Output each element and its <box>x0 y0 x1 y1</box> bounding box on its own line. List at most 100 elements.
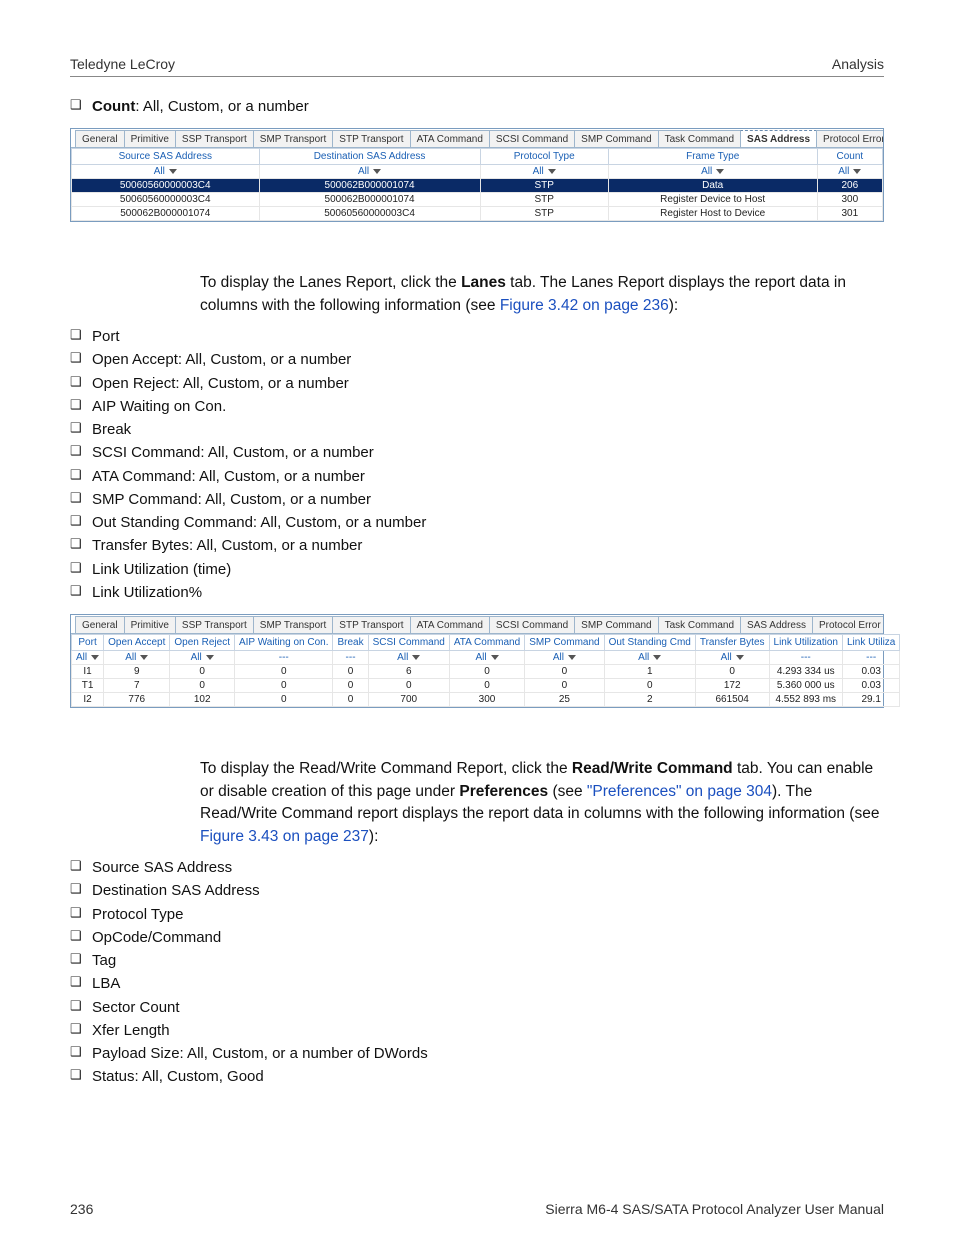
col-source-sas-address[interactable]: Source SAS Address <box>72 149 260 165</box>
filter-cell[interactable]: All <box>72 651 104 665</box>
dropdown-icon[interactable]: All <box>125 652 148 663</box>
col-out-standing-cmd[interactable]: Out Standing Cmd <box>604 635 695 651</box>
cell: STP <box>480 207 608 221</box>
tab-primitive[interactable]: Primitive <box>124 130 176 148</box>
cell: 500062B000001074 <box>72 207 260 221</box>
tab-smp-transport[interactable]: SMP Transport <box>253 130 334 148</box>
col-count[interactable]: Count <box>817 149 882 165</box>
cell: 0 <box>234 665 333 679</box>
cell: 0 <box>604 679 695 693</box>
cell: 0 <box>333 679 368 693</box>
tab-ssp-transport[interactable]: SSP Transport <box>175 616 254 634</box>
dropdown-icon[interactable]: All <box>838 166 861 177</box>
dropdown-icon[interactable]: All <box>76 652 99 663</box>
dropdown-icon[interactable]: All <box>475 652 498 663</box>
list-item: Payload Size: All, Custom, or a number o… <box>70 1042 884 1065</box>
dropdown-icon[interactable]: All <box>721 652 744 663</box>
table-header: PortOpen AcceptOpen RejectAIP Waiting on… <box>72 635 900 651</box>
tab-ssp-transport[interactable]: SSP Transport <box>175 130 254 148</box>
tab-scsi-command[interactable]: SCSI Command <box>489 616 575 634</box>
table-row[interactable]: 50060560000003C4500062B000001074STPRegis… <box>72 193 883 207</box>
col-port[interactable]: Port <box>72 635 104 651</box>
col-open-reject[interactable]: Open Reject <box>170 635 235 651</box>
dropdown-icon[interactable]: All <box>358 166 381 177</box>
tab-protocol-error[interactable]: Protocol Error <box>812 616 883 634</box>
dropdown-icon[interactable]: All <box>154 166 177 177</box>
list-item: Status: All, Custom, Good <box>70 1065 884 1088</box>
filter-cell[interactable]: --- <box>333 651 368 665</box>
filter-cell[interactable]: All <box>368 651 449 665</box>
tab-smp-command[interactable]: SMP Command <box>574 130 658 148</box>
col-destination-sas-address[interactable]: Destination SAS Address <box>259 149 480 165</box>
filter-cell[interactable]: --- <box>843 651 900 665</box>
filter-cell[interactable]: All <box>170 651 235 665</box>
tab-sas-address[interactable]: SAS Address <box>740 616 813 634</box>
filter-cell[interactable]: All <box>449 651 524 665</box>
cell: Register Host to Device <box>608 207 817 221</box>
link-pref-304[interactable]: "Preferences" on page 304 <box>587 783 772 800</box>
link-fig-342[interactable]: Figure 3.42 on page 236 <box>500 297 669 314</box>
filter-cell[interactable]: All <box>608 165 817 179</box>
col-open-accept[interactable]: Open Accept <box>104 635 170 651</box>
tabs: GeneralPrimitiveSSP TransportSMP Transpo… <box>71 129 883 148</box>
tab-stp-transport[interactable]: STP Transport <box>332 130 410 148</box>
list-item: OpCode/Command <box>70 926 884 949</box>
filter-cell[interactable]: All <box>480 165 608 179</box>
cell: Data <box>608 179 817 193</box>
tab-sas-address[interactable]: SAS Address <box>740 130 817 148</box>
filter-cell[interactable]: All <box>259 165 480 179</box>
col-scsi-command[interactable]: SCSI Command <box>368 635 449 651</box>
lanes-bold: Lanes <box>461 274 506 291</box>
dropdown-icon[interactable]: All <box>638 652 661 663</box>
col-smp-command[interactable]: SMP Command <box>525 635 604 651</box>
table-row[interactable]: 50060560000003C4500062B000001074STPData2… <box>72 179 883 193</box>
filter-cell[interactable]: --- <box>234 651 333 665</box>
dropdown-icon[interactable]: All <box>533 166 556 177</box>
cell: 0 <box>234 679 333 693</box>
tab-ata-command[interactable]: ATA Command <box>410 130 490 148</box>
dropdown-icon[interactable]: All <box>397 652 420 663</box>
dropdown-icon[interactable]: All <box>701 166 724 177</box>
table-row[interactable]: 500062B00000107450060560000003C4STPRegis… <box>72 207 883 221</box>
cell: 9 <box>104 665 170 679</box>
tab-scsi-command[interactable]: SCSI Command <box>489 130 575 148</box>
col-transfer-bytes[interactable]: Transfer Bytes <box>695 635 769 651</box>
tab-ata-command[interactable]: ATA Command <box>410 616 490 634</box>
col-protocol-type[interactable]: Protocol Type <box>480 149 608 165</box>
col-link-utiliza[interactable]: Link Utiliza <box>843 635 900 651</box>
table-header: Source SAS AddressDestination SAS Addres… <box>72 149 883 165</box>
tab-smp-command[interactable]: SMP Command <box>574 616 658 634</box>
tab-primitive[interactable]: Primitive <box>124 616 176 634</box>
list-item: AIP Waiting on Con. <box>70 395 884 418</box>
t: (see <box>548 783 587 800</box>
cell: 0 <box>170 665 235 679</box>
tab-protocol-error[interactable]: Protocol Error <box>816 130 883 148</box>
cell: 0 <box>695 665 769 679</box>
tab-task-command[interactable]: Task Command <box>658 616 741 634</box>
tab-stp-transport[interactable]: STP Transport <box>332 616 410 634</box>
filter-cell[interactable]: All <box>604 651 695 665</box>
table-row[interactable]: I2776102007003002526615044.552 893 ms29.… <box>72 693 900 707</box>
col-break[interactable]: Break <box>333 635 368 651</box>
filter-cell[interactable]: --- <box>769 651 842 665</box>
list-item: Open Accept: All, Custom, or a number <box>70 348 884 371</box>
filter-cell[interactable]: All <box>104 651 170 665</box>
cell: 0 <box>449 665 524 679</box>
link-fig-343[interactable]: Figure 3.43 on page 237 <box>200 828 369 845</box>
filter-cell[interactable]: All <box>525 651 604 665</box>
filter-cell[interactable]: All <box>817 165 882 179</box>
col-ata-command[interactable]: ATA Command <box>449 635 524 651</box>
tab-task-command[interactable]: Task Command <box>658 130 741 148</box>
col-aip-waiting-on-con-[interactable]: AIP Waiting on Con. <box>234 635 333 651</box>
filter-cell[interactable]: All <box>695 651 769 665</box>
tab-general[interactable]: General <box>75 616 125 634</box>
dropdown-icon[interactable]: All <box>553 652 576 663</box>
filter-cell[interactable]: All <box>72 165 260 179</box>
table-row[interactable]: T1700000001725.360 000 us0.03 <box>72 679 900 693</box>
tab-smp-transport[interactable]: SMP Transport <box>253 616 334 634</box>
col-frame-type[interactable]: Frame Type <box>608 149 817 165</box>
col-link-utilization[interactable]: Link Utilization <box>769 635 842 651</box>
table-row[interactable]: I19000600104.293 334 us0.03 <box>72 665 900 679</box>
dropdown-icon[interactable]: All <box>191 652 214 663</box>
tab-general[interactable]: General <box>75 130 125 148</box>
